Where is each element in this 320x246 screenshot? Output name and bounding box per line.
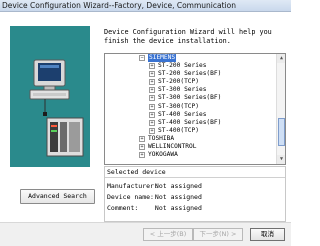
tree-item[interactable]: + ST-200 Series(BF) (105, 70, 277, 78)
window-title: Device Configuration Wizard--Factory, De… (2, 1, 236, 10)
tree-item-label: ST-200(TCP) (158, 78, 199, 86)
footer-divider (0, 222, 291, 223)
manufacturer-row: Manufacturer: Not assigned (107, 182, 202, 190)
next-button[interactable]: 下一步(N) > (193, 228, 243, 241)
manufacturer-label: Manufacturer: (107, 182, 158, 190)
tree-item-label: TOSHIBA (148, 134, 175, 142)
tree-item-label: ST-200 Series(BF) (158, 70, 222, 78)
divider (105, 177, 285, 178)
tree-item-label: ST-400 Series (158, 110, 207, 118)
back-button[interactable]: < 上一步(B) (143, 228, 193, 241)
tree-scrollbar[interactable]: ▲ ▼ (276, 54, 285, 164)
computer-icon (29, 59, 70, 100)
device-tree-rows: − SIEMENS + ST-200 Series + ST-200 Series(BF)… (105, 54, 277, 159)
tree-item[interactable]: + ST-300(TCP) (105, 103, 277, 111)
scroll-down-icon[interactable]: ▼ (277, 155, 285, 164)
comment-label: Comment: (107, 204, 139, 212)
expand-icon[interactable]: + (149, 111, 155, 118)
tree-item[interactable]: − SIEMENS (105, 54, 277, 62)
tree-item-label: ST-200 Series (158, 62, 207, 70)
tree-item[interactable]: + ST-200 Series (105, 62, 277, 70)
tree-item[interactable]: + ST-300 Series(BF) (105, 94, 277, 102)
tree-item[interactable]: + WELLINCONTROL (105, 143, 277, 151)
tree-item-label: ST-300 Series(BF) (158, 94, 222, 102)
scroll-up-icon[interactable]: ▲ (277, 54, 285, 63)
tree-item[interactable]: + ST-400(TCP) (105, 127, 277, 135)
expand-icon[interactable]: + (149, 63, 155, 70)
manufacturer-value: Not assigned (154, 182, 202, 190)
device-name-value: Not assigned (154, 193, 202, 201)
selected-device-legend: Selected device (107, 168, 166, 176)
comment-value: Not assigned (154, 204, 202, 212)
device-name-label: Device name: (107, 193, 154, 201)
tree-item[interactable]: + ST-200(TCP) (105, 78, 277, 86)
device-name-row: Device name: Not assigned (107, 193, 202, 201)
title-bar: Device Configuration Wizard--Factory, De… (0, 0, 291, 12)
tree-item-label: ST-400 Series(BF) (158, 118, 222, 126)
expand-icon[interactable]: + (149, 103, 155, 110)
intro-text: Device Configuration Wizard will help yo… (104, 28, 272, 45)
comment-row: Comment: Not assigned (107, 204, 202, 212)
scroll-thumb[interactable] (278, 118, 285, 146)
expand-icon[interactable]: + (149, 95, 155, 102)
expand-icon[interactable]: + (139, 152, 145, 159)
wizard-window: Device Configuration Wizard--Factory, De… (0, 0, 291, 246)
expand-icon[interactable]: + (149, 119, 155, 126)
wizard-content: Device Configuration Wizard will help yo… (0, 12, 291, 222)
expand-icon[interactable]: + (139, 135, 145, 142)
expand-icon[interactable]: + (149, 71, 155, 78)
tree-item[interactable]: + ST-400 Series (105, 111, 277, 119)
tree-item[interactable]: + ST-400 Series(BF) (105, 119, 277, 127)
wizard-illustration (10, 26, 90, 167)
expand-icon[interactable]: + (139, 144, 145, 151)
tree-item-label: WELLINCONTROL (148, 143, 197, 151)
tree-item-label: SIEMENS (148, 54, 177, 62)
tree-item[interactable]: + YOKOGAWA (105, 151, 277, 159)
expand-icon[interactable]: + (149, 79, 155, 86)
collapse-icon[interactable]: − (139, 55, 145, 61)
tree-item-label: ST-400(TCP) (158, 126, 199, 134)
cancel-button[interactable]: 取消 (250, 228, 285, 241)
expand-icon[interactable]: + (149, 87, 155, 94)
tree-item-label: ST-300 Series (158, 86, 207, 94)
tree-item-label: YOKOGAWA (148, 151, 178, 159)
tree-item[interactable]: + ST-300 Series (105, 86, 277, 94)
expand-icon[interactable]: + (149, 127, 155, 134)
device-tree[interactable]: − SIEMENS + ST-200 Series + ST-200 Series(BF)… (104, 53, 286, 165)
tree-item[interactable]: + TOSHIBA (105, 135, 277, 143)
selected-device-group: Selected device Manufacturer: Not assign… (104, 166, 286, 222)
tree-item-label: ST-300(TCP) (158, 102, 199, 110)
advanced-search-button[interactable]: Advanced Search (20, 189, 95, 204)
